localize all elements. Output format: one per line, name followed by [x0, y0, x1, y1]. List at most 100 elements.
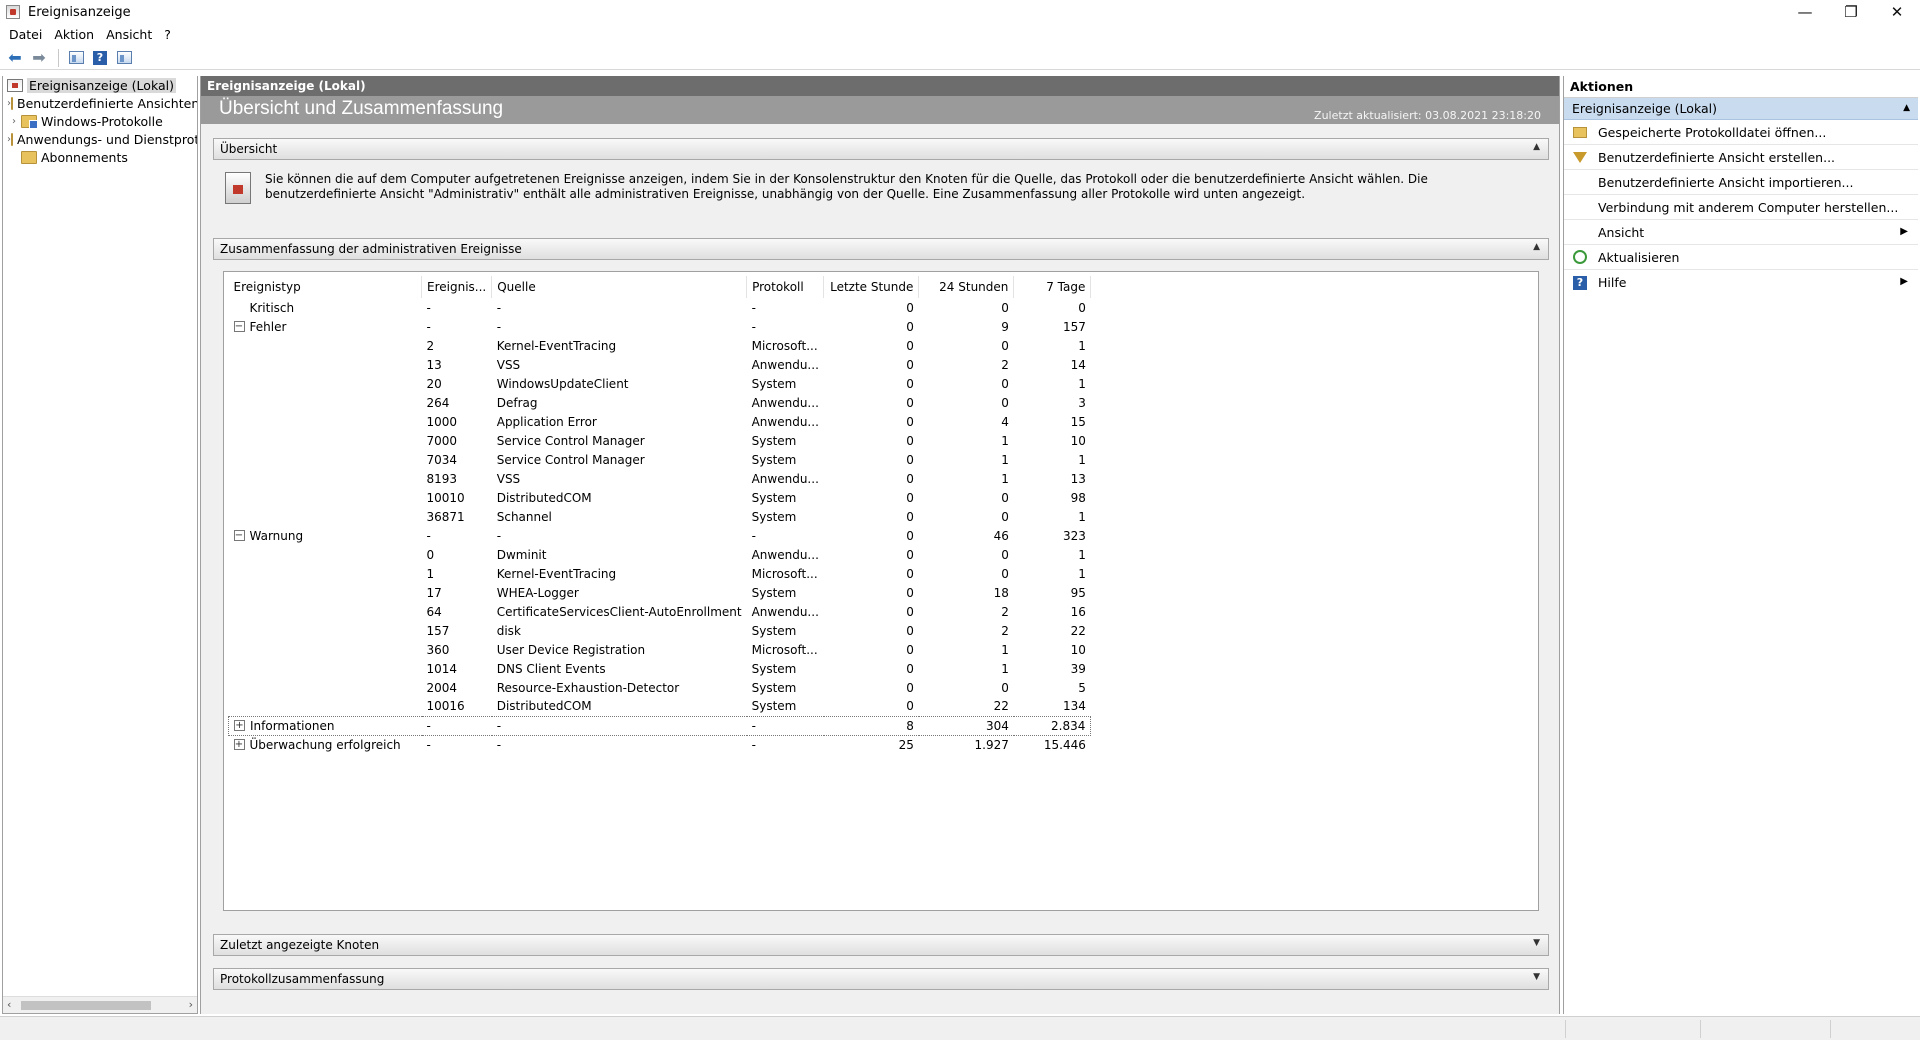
col-header-event-id[interactable]: Ereignis... [421, 276, 493, 298]
back-arrow-icon[interactable]: ⬅ [4, 48, 26, 68]
scroll-left-icon[interactable]: ‹ [7, 998, 11, 1011]
table-group-row[interactable]: Kritisch - - - 0 0 0 [229, 298, 1091, 317]
table-row[interactable]: 1014 DNS Client Events System 0 1 39 [229, 659, 1091, 678]
event-type-label: Überwachung erfolgreich [249, 737, 401, 752]
table-row[interactable]: 264 Defrag Anwendu... 0 0 3 [229, 393, 1091, 412]
show-hide-action-pane-icon[interactable] [113, 48, 135, 68]
table-row[interactable]: 360 User Device Registration Microsoft... 0… [229, 640, 1091, 659]
tree-item-root[interactable]: Ereignisanzeige (Lokal) [3, 76, 197, 94]
table-row[interactable]: 10010 DistributedCOM System 0 0 98 [229, 488, 1091, 507]
overview-section-header[interactable]: Übersicht ▲ [213, 138, 1549, 160]
menu-aktion[interactable]: Aktion [49, 27, 101, 42]
table-group-row[interactable]: + Überwachung erfolgreich - - - 25 1.927 15.446 [229, 735, 1091, 754]
table-row[interactable]: 7034 Service Control Manager System 0 1 1 [229, 450, 1091, 469]
action-create-custom-view[interactable]: Benutzerdefinierte Ansicht erstellen... [1564, 145, 1918, 170]
recent-nodes-section-header[interactable]: Zuletzt angezeigte Knoten ▼ [213, 934, 1549, 956]
menu-ansicht[interactable]: Ansicht [101, 27, 159, 42]
collapse-icon[interactable]: ▲ [1533, 242, 1540, 252]
expand-icon[interactable]: ▼ [1533, 972, 1540, 982]
cell-event-id: 2004 [426, 680, 458, 695]
table-group-row[interactable]: − Warnung - - -0 46 323 [229, 526, 1091, 545]
cell-last-hour: 0 [906, 566, 914, 581]
log-summary-section-header[interactable]: Protokollzusammenfassung ▼ [213, 968, 1549, 990]
action-view[interactable]: Ansicht ▶ [1564, 220, 1918, 245]
cell-log: System [751, 490, 797, 505]
table-row[interactable]: 36871 Schannel System 0 0 1 [229, 507, 1091, 526]
menu-help[interactable]: ? [159, 27, 178, 42]
expand-plus-icon[interactable]: + [234, 720, 245, 731]
forward-arrow-icon[interactable]: ➡ [28, 48, 50, 68]
table-row[interactable]: 13 VSS Anwendu... 0 2 14 [229, 355, 1091, 374]
table-row[interactable]: 64 CertificateServicesClient-AutoEnrollme… [229, 602, 1091, 621]
cell-event-type [229, 431, 422, 450]
expand-plus-icon[interactable]: + [233, 739, 245, 751]
cell-event-id: 13 [426, 357, 442, 372]
cell-event-type: − Fehler [229, 317, 422, 336]
col-header-log[interactable]: Protokoll [746, 276, 825, 298]
table-row[interactable]: 7000 Service Control Manager System 0 1 10 [229, 431, 1091, 450]
cell-event-id: - [426, 528, 431, 543]
cell-last-hour: 0 [906, 509, 914, 524]
col-header-24-hours[interactable]: 24 Stunden [918, 276, 1015, 298]
action-refresh[interactable]: Aktualisieren [1564, 245, 1918, 270]
table-row[interactable]: 1 Kernel-EventTracing Microsoft... 0 0 1 [229, 564, 1091, 583]
table-row[interactable]: 2 Kernel-EventTracing Microsoft... 0 0 1 [229, 336, 1091, 355]
cell-event-type [229, 621, 422, 640]
scroll-right-icon[interactable]: › [189, 998, 193, 1011]
collapse-minus-icon[interactable]: − [233, 530, 245, 541]
table-row[interactable]: 8193 VSS Anwendu... 0 1 13 [229, 469, 1091, 488]
expand-chevron-icon[interactable]: › [7, 116, 21, 127]
action-help[interactable]: ? Hilfe ▶ [1564, 270, 1918, 295]
col-header-7-days[interactable]: 7 Tage [1013, 276, 1092, 298]
scrollbar-thumb[interactable] [21, 1001, 151, 1010]
cell-24-hours: 9 [1001, 319, 1009, 334]
table-group-row[interactable]: + Informationen - - -8 304 2.834 [228, 715, 1092, 736]
last-updated-text: Zuletzt aktualisiert: 03.08.2021 23:18:2… [1314, 109, 1541, 122]
tree-item-app-service-logs[interactable]: › Anwendungs- und Dienstprotokolle [3, 130, 197, 148]
cell-24-hours: 2 [1001, 357, 1009, 372]
cell-source: Kernel-EventTracing [496, 338, 617, 353]
table-row[interactable]: 17 WHEA-Logger System 0 18 95 [229, 583, 1091, 602]
col-header-event-type[interactable]: Ereignistyp [228, 276, 422, 298]
collapse-icon[interactable]: ▲ [1533, 142, 1540, 152]
window-title: Ereignisanzeige [28, 4, 131, 20]
cell-last-hour: 0 [906, 699, 914, 714]
actions-group-header[interactable]: Ereignisanzeige (Lokal) ▲ [1564, 98, 1918, 120]
expand-icon[interactable]: ▼ [1533, 938, 1540, 948]
table-row[interactable]: 2004 Resource-Exhaustion-Detector System 0 0… [229, 678, 1091, 697]
collapse-minus-icon[interactable]: − [233, 321, 245, 332]
minimize-button[interactable]: — [1782, 0, 1828, 24]
table-row[interactable]: 10016 DistributedCOM System 0 22 134 [229, 697, 1091, 716]
table-row[interactable]: 1000 Application Error Anwendu... 0 4 15 [229, 412, 1091, 431]
action-connect-computer[interactable]: Verbindung mit anderem Computer herstell… [1564, 195, 1918, 220]
menu-datei[interactable]: Datei [4, 27, 49, 42]
tree-item-windows-logs[interactable]: › Windows-Protokolle [3, 112, 197, 130]
table-group-row[interactable]: − Fehler - - -0 9 157 [229, 317, 1091, 336]
col-header-source[interactable]: Quelle [491, 276, 748, 298]
cell-source: Service Control Manager [496, 452, 645, 467]
show-hide-console-tree-icon[interactable] [65, 48, 87, 68]
window-controls: — ❐ ✕ [1782, 0, 1920, 24]
close-button[interactable]: ✕ [1874, 0, 1920, 24]
cell-7-days: 1 [1078, 452, 1086, 467]
cell-event-id: 7034 [426, 452, 458, 467]
cell-log: Anwendu... [751, 357, 819, 372]
table-row[interactable]: 0 Dwminit Anwendu... 0 0 1 [229, 545, 1091, 564]
collapse-icon[interactable]: ▲ [1903, 103, 1910, 113]
action-open-saved-log[interactable]: Gespeicherte Protokolldatei öffnen... [1564, 120, 1918, 145]
table-row[interactable]: 157 disk System 0 2 22 [229, 621, 1091, 640]
cell-source: Schannel [496, 509, 552, 524]
restore-button[interactable]: ❐ [1828, 0, 1874, 24]
action-import-custom-view[interactable]: Benutzerdefinierte Ansicht importieren..… [1564, 170, 1918, 195]
cell-last-hour: 0 [906, 471, 914, 486]
admin-summary-section-header[interactable]: Zusammenfassung der administrativen Erei… [213, 238, 1549, 260]
tree-horizontal-scrollbar[interactable]: ‹ › [3, 996, 197, 1013]
tree-item-custom-views[interactable]: › Benutzerdefinierte Ansichten [3, 94, 197, 112]
cell-7-days: 15 [1070, 414, 1086, 429]
table-row[interactable]: 20 WindowsUpdateClient System 0 0 1 [229, 374, 1091, 393]
cell-last-hour: 0 [906, 357, 914, 372]
help-icon[interactable]: ? [89, 48, 111, 68]
cell-event-type [229, 659, 422, 678]
tree-item-subscriptions[interactable]: Abonnements [3, 148, 197, 166]
col-header-last-hour[interactable]: Letzte Stunde [823, 276, 920, 298]
